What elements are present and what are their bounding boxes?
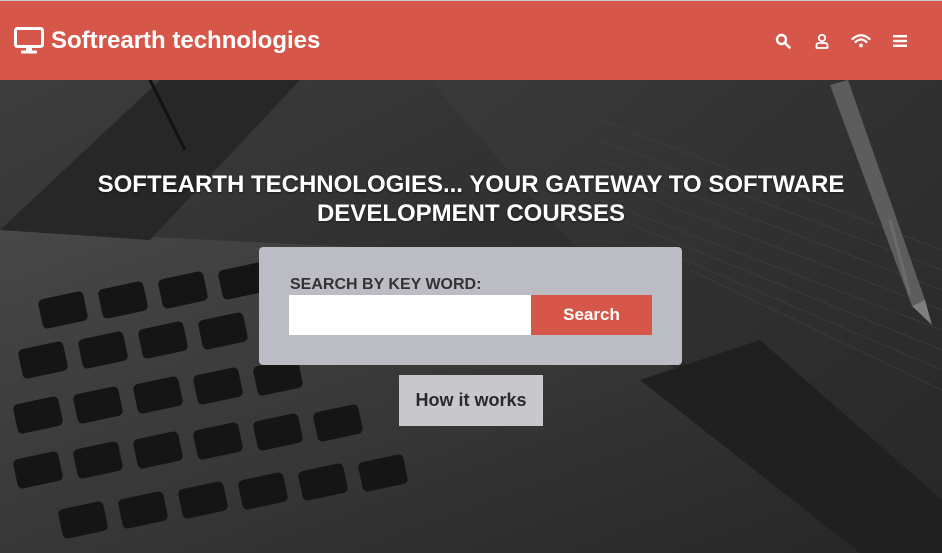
search-nav-button[interactable] <box>771 29 795 53</box>
nav-icons <box>756 29 912 53</box>
page: Softrearth technologies SOFTEARTH TECHNO… <box>0 0 942 553</box>
monitor-icon <box>14 27 44 54</box>
wifi-nav-button[interactable] <box>849 29 873 53</box>
menu-icon <box>893 35 907 47</box>
top-navbar: Softrearth technologies <box>0 0 942 80</box>
hero-section: SOFTEARTH TECHNOLOGIES... YOUR GATEWAY T… <box>0 80 942 553</box>
search-button[interactable]: Search <box>531 295 652 335</box>
user-nav-button[interactable] <box>810 29 834 53</box>
brand-name: Softrearth technologies <box>51 27 321 54</box>
search-input[interactable] <box>289 295 531 335</box>
wifi-icon <box>851 34 871 48</box>
brand-link[interactable]: Softrearth technologies <box>14 25 320 57</box>
page-headline: SOFTEARTH TECHNOLOGIES... YOUR GATEWAY T… <box>97 171 845 227</box>
menu-nav-button[interactable] <box>888 29 912 53</box>
search-label: SEARCH BY KEY WORD: <box>290 276 482 293</box>
how-it-works-button[interactable]: How it works <box>399 375 543 426</box>
user-icon <box>815 33 829 49</box>
search-icon <box>775 33 791 49</box>
search-panel: SEARCH BY KEY WORD: Search <box>259 247 682 365</box>
